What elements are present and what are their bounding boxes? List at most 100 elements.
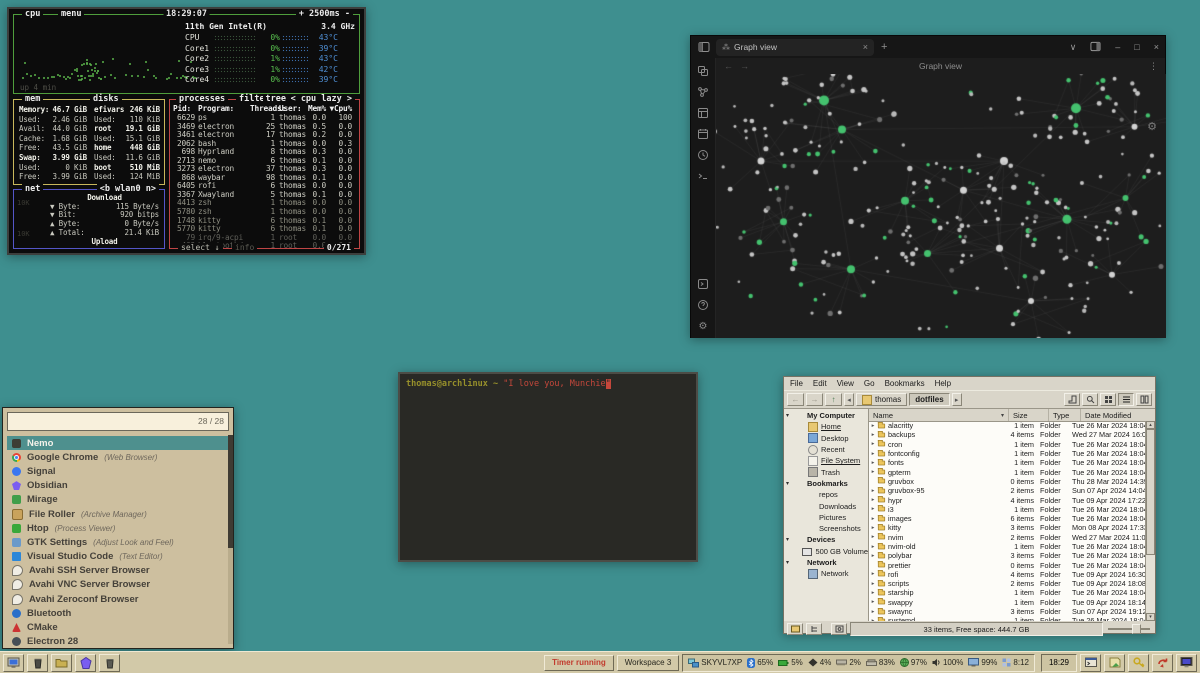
timer-running-button[interactable]: Timer running xyxy=(544,655,614,671)
expander-icon[interactable]: ▸ xyxy=(869,497,877,503)
launcher-item[interactable]: File Roller (Archive Manager) xyxy=(7,507,229,521)
graph-view-icon[interactable] xyxy=(697,86,709,98)
memory-tray-item[interactable]: 2% xyxy=(836,658,861,667)
column-date[interactable]: Date Modified xyxy=(1081,409,1155,421)
workspace-indicator-button[interactable]: Workspace 3 xyxy=(617,655,680,671)
battery-tray-item[interactable]: 5% xyxy=(778,658,803,667)
path-scroll-left-button[interactable]: ◂ xyxy=(844,393,854,406)
expander-icon[interactable]: ▸ xyxy=(869,609,877,615)
launcher-item[interactable]: GTK Settings (Adjust Look and Feel) xyxy=(7,535,229,549)
launcher-item[interactable]: Mirage xyxy=(7,493,229,507)
sidebar-place-item[interactable]: 500 GB Volume xyxy=(784,546,868,557)
expander-icon[interactable]: ▸ xyxy=(869,451,877,457)
launcher-item[interactable]: Visual Studio Code (Text Editor) xyxy=(7,550,229,564)
processes-box-title[interactable]: processes xyxy=(176,94,228,104)
file-list-scrollbar[interactable]: ▴ ▾ xyxy=(1145,421,1155,621)
file-row[interactable]: ▸ kitty 3 items Folder Mon 08 Apr 2024 1… xyxy=(869,523,1146,532)
slider-thumb[interactable] xyxy=(1132,624,1141,634)
mem-box-title[interactable]: mem xyxy=(22,94,43,104)
scroll-up-icon[interactable]: ▴ xyxy=(1146,421,1155,429)
tab-close-icon[interactable]: × xyxy=(863,43,868,52)
terminal-icon[interactable] xyxy=(697,170,709,182)
tree-view-toggle-button[interactable] xyxy=(806,623,822,635)
help-icon[interactable] xyxy=(697,299,709,311)
file-row[interactable]: ▸ starship 1 item Folder Tue 26 Mar 2024… xyxy=(869,588,1146,597)
restart-button[interactable] xyxy=(1152,654,1173,672)
history-clock-icon[interactable] xyxy=(697,149,709,161)
tab-graph-view[interactable]: ⁂ Graph view × xyxy=(716,39,874,56)
command-palette-icon[interactable] xyxy=(697,278,709,290)
new-tab-icon[interactable]: + xyxy=(881,41,887,53)
launcher-item[interactable]: Bluetooth xyxy=(7,606,229,620)
cpu-box-title[interactable]: cpu xyxy=(22,9,43,19)
launcher-item[interactable]: Nemo xyxy=(7,436,229,450)
right-sidebar-toggle-icon[interactable] xyxy=(1090,41,1101,54)
file-row[interactable]: ▸ swaync 3 items Folder Sun 07 Apr 2024 … xyxy=(869,607,1146,616)
launcher-item[interactable]: Avahi SSH Server Browser xyxy=(7,564,229,578)
menu-item[interactable]: Edit xyxy=(813,379,827,388)
keys-button[interactable] xyxy=(1128,654,1149,672)
back-button[interactable]: ← xyxy=(787,393,804,406)
file-row[interactable]: prettier 0 items Folder Tue 26 Mar 2024 … xyxy=(869,560,1146,569)
forward-button[interactable]: → xyxy=(806,393,823,406)
tab-list-chevron-icon[interactable]: ∨ xyxy=(1070,42,1077,52)
file-row[interactable]: ▸ gruvbox-95 2 items Folder Sun 07 Apr 2… xyxy=(869,486,1146,495)
expander-icon[interactable]: ▸ xyxy=(869,553,877,559)
launcher-item[interactable]: Signal xyxy=(7,464,229,478)
nav-back-icon[interactable]: ← xyxy=(724,61,740,71)
internet-tray-item[interactable]: 97% xyxy=(900,658,927,667)
btop-interval-control[interactable]: + 2500ms - xyxy=(296,9,353,19)
sort-caret-icon[interactable]: ▾ xyxy=(1001,412,1004,419)
file-row[interactable]: ▸ fonts 1 item Folder Tue 26 Mar 2024 18… xyxy=(869,458,1146,467)
menu-item[interactable]: View xyxy=(837,379,854,388)
launcher-item[interactable]: Avahi Zeroconf Browser xyxy=(7,592,229,606)
menu-item[interactable]: Help xyxy=(935,379,951,388)
side-pane-toggle-button[interactable] xyxy=(787,623,803,635)
launcher-item[interactable]: Obsidian xyxy=(7,479,229,493)
show-hidden-toggle-button[interactable] xyxy=(831,623,847,635)
launcher-item[interactable]: Google Chrome (Web Browser) xyxy=(7,450,229,464)
sidebar-place-item[interactable]: Desktop xyxy=(784,433,868,444)
expander-icon[interactable]: ▸ xyxy=(869,469,877,475)
process-info-hint[interactable]: info xyxy=(232,243,257,253)
process-select-hint[interactable]: select ↓ xyxy=(178,243,223,253)
icon-view-button[interactable] xyxy=(1100,393,1116,406)
obsidian-titlebar[interactable]: ⁂ Graph view × + ∨ – □ × xyxy=(691,36,1165,58)
icon-size-slider[interactable] xyxy=(1106,623,1152,635)
file-row[interactable]: ▸ cron 1 item Folder Tue 26 Mar 2024 18:… xyxy=(869,440,1146,449)
path-scroll-right-button[interactable]: ▸ xyxy=(952,393,962,406)
file-row[interactable]: ▸ nvim-old 1 item Folder Tue 26 Mar 2024… xyxy=(869,542,1146,551)
run-dialog-button[interactable] xyxy=(1080,654,1101,672)
file-row[interactable]: ▸ backups 4 items Folder Wed 27 Mar 2024… xyxy=(869,430,1146,439)
expander-icon[interactable]: ▸ xyxy=(869,618,877,621)
file-row[interactable]: ▸ rofi 4 items Folder Tue 09 Apr 2024 16… xyxy=(869,570,1146,579)
section-caret-icon[interactable]: ▾ xyxy=(786,412,793,419)
tree-toggle[interactable]: tree xyxy=(263,94,289,104)
col-user[interactable]: User: xyxy=(275,104,306,113)
column-size[interactable]: Size xyxy=(1009,409,1049,421)
recycle-bin-launcher-button[interactable] xyxy=(27,654,48,672)
expander-icon[interactable]: ▸ xyxy=(869,544,877,550)
launcher-scrollbar[interactable] xyxy=(228,435,233,644)
expander-icon[interactable]: ▸ xyxy=(869,432,877,438)
scrollbar-thumb[interactable] xyxy=(1146,429,1155,555)
dual-pane-button[interactable] xyxy=(1136,393,1152,406)
obsidian-launcher-button[interactable] xyxy=(75,654,96,672)
expander-icon[interactable]: ▸ xyxy=(869,506,877,512)
system-monitor-tray-item[interactable]: 99% xyxy=(968,658,997,667)
quick-switcher-icon[interactable] xyxy=(697,65,709,77)
menu-item[interactable]: Bookmarks xyxy=(885,379,925,388)
sidebar-place-item[interactable]: ▾ Devices xyxy=(784,534,868,545)
sidebar-place-item[interactable]: ▾ Network xyxy=(784,557,868,568)
col-program[interactable]: Program: xyxy=(198,104,250,113)
left-sidebar-toggle-icon[interactable] xyxy=(697,40,711,54)
settings-gear-icon[interactable]: ⚙ xyxy=(697,320,709,332)
path-button-home[interactable]: thomas xyxy=(856,393,907,406)
launcher-item[interactable]: CMake xyxy=(7,620,229,634)
sidebar-place-item[interactable]: Trash xyxy=(784,466,868,477)
file-row[interactable]: ▸ alacritty 1 item Folder Tue 26 Mar 202… xyxy=(869,421,1146,430)
kitty-terminal-window[interactable]: thomas@archlinux ~ "I love you, Munchie" xyxy=(398,372,698,562)
net-box-title[interactable]: net xyxy=(22,184,43,194)
section-caret-icon[interactable]: ▾ xyxy=(786,559,793,566)
close-icon[interactable]: × xyxy=(1154,42,1159,52)
